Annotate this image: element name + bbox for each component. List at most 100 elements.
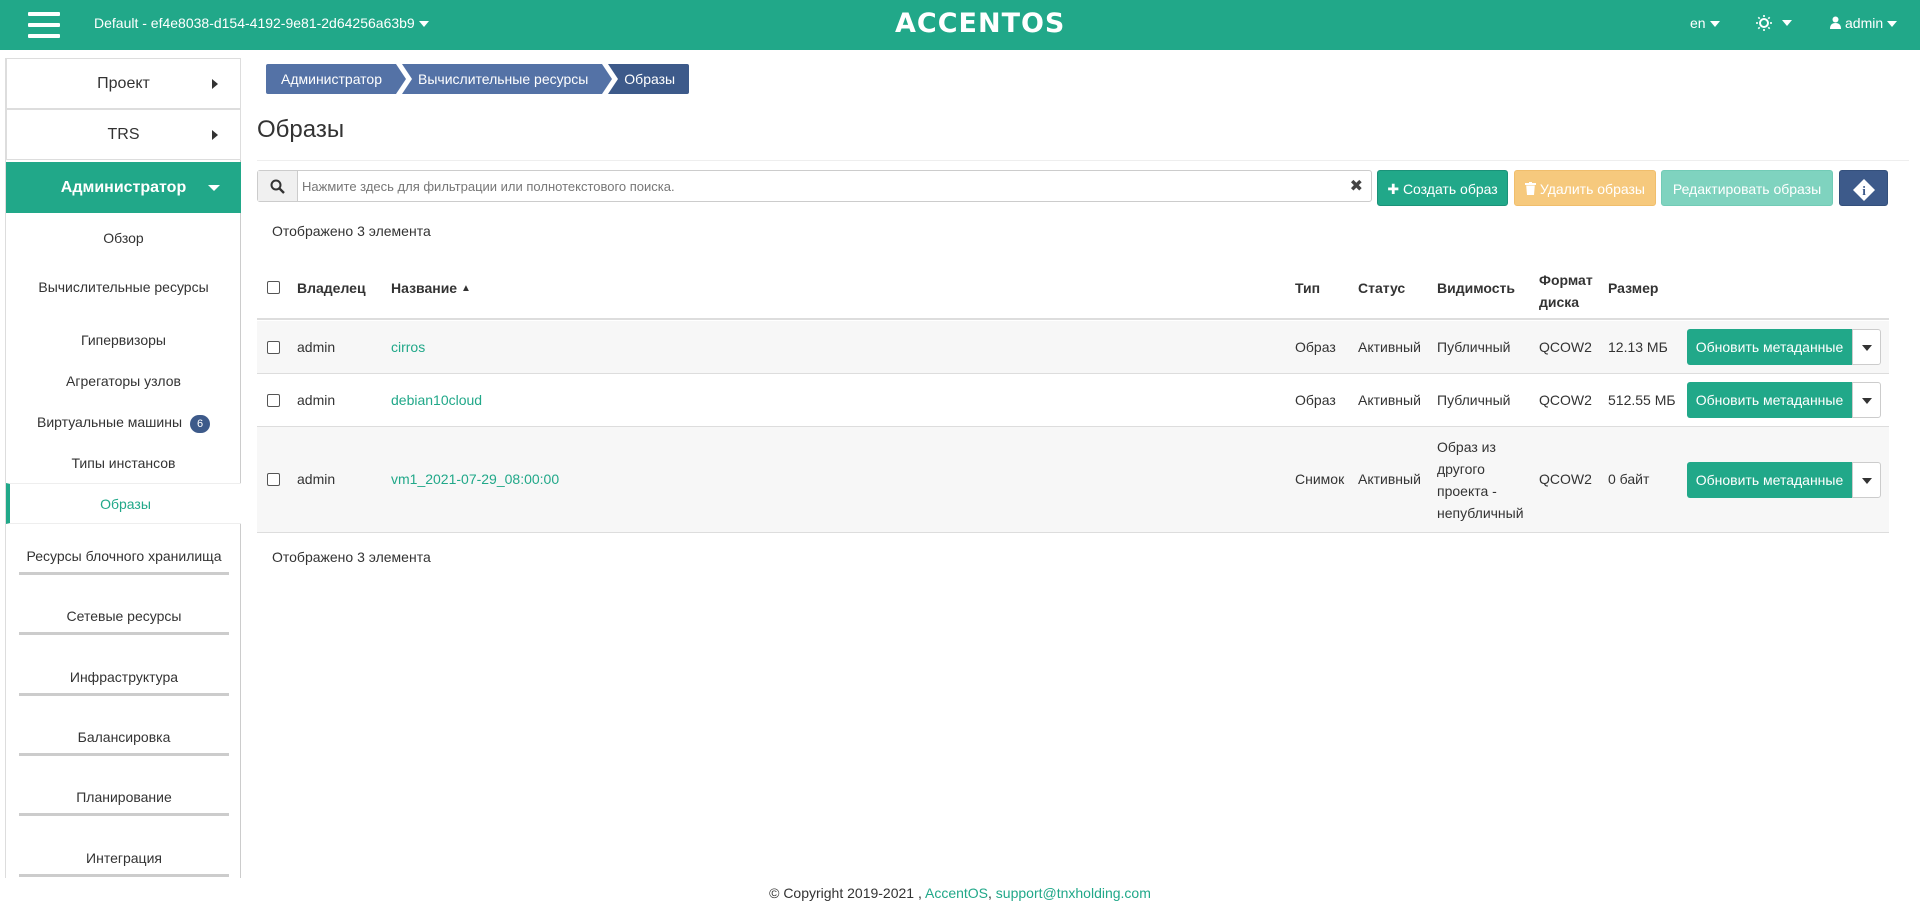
logo: ACCENTOS [895, 8, 1066, 39]
sidebar-panel-trs[interactable]: TRS [6, 109, 241, 160]
search-button[interactable] [258, 171, 298, 201]
column-status[interactable]: Статус [1358, 280, 1405, 296]
edit-images-button[interactable]: Редактировать образы [1661, 170, 1833, 206]
table-row: admin debian10cloud Образ Активный Публи… [257, 374, 1889, 427]
sidebar-group-infrastructure[interactable]: Инфраструктура [19, 669, 229, 696]
sidebar-group-balancing[interactable]: Балансировка [19, 729, 229, 756]
sidebar-item-overview[interactable]: Обзор [6, 230, 241, 246]
chevron-down-icon [1862, 478, 1872, 484]
column-name-label: Название [391, 280, 458, 296]
row-size: 12.13 МБ [1608, 339, 1668, 355]
sidebar-panel-label: Администратор [60, 179, 187, 196]
plus-icon: ✚ [1387, 181, 1400, 197]
delete-images-label: Удалить образы [1539, 181, 1645, 197]
create-image-label: Создать образ [1402, 181, 1498, 197]
top-navbar: Default - ef4e8038-d154-4192-9e81-2d6425… [0, 0, 1920, 50]
sidebar-panel-label: Проект [97, 75, 150, 92]
visibility-line: другого [1437, 461, 1485, 477]
support-email-link[interactable]: support@tnxholding.com [996, 885, 1151, 901]
column-visibility[interactable]: Видимость [1437, 280, 1515, 296]
row-name-link[interactable]: cirros [391, 339, 425, 355]
row-checkbox[interactable] [267, 473, 280, 486]
update-metadata-button[interactable]: Обновить метаданные [1687, 382, 1852, 418]
row-type: Образ [1295, 339, 1336, 355]
brand-link[interactable]: AccentOS [925, 885, 988, 901]
row-actions-dropdown[interactable] [1852, 329, 1881, 365]
sidebar-group-network[interactable]: Сетевые ресурсы [19, 608, 229, 635]
language-label: en [1690, 15, 1706, 31]
row-visibility: Публичный [1437, 392, 1511, 408]
sidebar-panel-project[interactable]: Проект [6, 58, 241, 109]
help-button[interactable]: i [1839, 170, 1888, 206]
row-name-link[interactable]: debian10cloud [391, 392, 482, 408]
sidebar-panel-label: TRS [107, 126, 140, 143]
breadcrumb-admin[interactable]: Администратор [266, 64, 407, 94]
user-menu[interactable]: admin [1830, 15, 1898, 31]
sidebar-group-block-storage[interactable]: Ресурсы блочного хранилища [19, 548, 229, 575]
sidebar-item-compute[interactable]: Вычислительные ресурсы [6, 279, 241, 295]
create-image-button[interactable]: ✚ Создать образ [1377, 170, 1508, 206]
row-status: Активный [1358, 339, 1421, 355]
language-selector[interactable]: en [1690, 15, 1720, 31]
sidebar-panel-admin[interactable]: Администратор [6, 162, 241, 213]
column-name[interactable]: Название ▲ [391, 280, 471, 296]
chevron-down-icon [418, 21, 429, 28]
row-actions-dropdown[interactable] [1852, 462, 1881, 498]
user-icon [1830, 16, 1841, 29]
breadcrumb-compute[interactable]: Вычислительные ресурсы [402, 64, 613, 94]
select-all-checkbox[interactable] [267, 281, 280, 294]
divider [257, 160, 1909, 161]
chevron-down-icon [1887, 21, 1898, 28]
sidebar-item-host-aggregates[interactable]: Агрегаторы узлов [6, 373, 241, 389]
sun-icon [1756, 15, 1772, 32]
chevron-down-icon [1862, 345, 1872, 351]
column-size[interactable]: Размер [1608, 280, 1658, 296]
row-visibility: Публичный [1437, 339, 1511, 355]
info-diamond-icon: i [1852, 179, 1875, 202]
column-owner[interactable]: Владелец [297, 280, 366, 296]
sidebar-group-integration[interactable]: Интеграция [19, 850, 229, 877]
row-visibility: Образ из другого проекта - непубличный [1437, 436, 1524, 524]
column-type[interactable]: Тип [1295, 280, 1320, 296]
instances-count-badge: 6 [190, 415, 211, 433]
row-checkbox[interactable] [267, 394, 280, 407]
clear-search-icon[interactable]: ✖ [1350, 176, 1363, 196]
sidebar-item-images[interactable]: Образы [6, 483, 241, 524]
items-count-top: Отображено 3 элемента [272, 223, 431, 239]
row-status: Активный [1358, 471, 1421, 487]
breadcrumb: Администратор Вычислительные ресурсы Обр… [266, 64, 695, 94]
delete-images-button[interactable]: Удалить образы [1514, 170, 1656, 206]
chevron-right-icon [212, 130, 218, 140]
sidebar-item-hypervisors[interactable]: Гипервизоры [6, 332, 241, 348]
column-disk-format[interactable]: Формат диска [1539, 269, 1593, 313]
user-name: admin [1845, 15, 1884, 31]
row-size: 512.55 МБ [1608, 392, 1676, 408]
search-bar: ✖ [257, 170, 1372, 202]
menu-toggle-icon[interactable] [28, 12, 60, 38]
row-owner: admin [297, 339, 336, 355]
sort-ascending-icon: ▲ [460, 283, 471, 294]
row-owner: admin [297, 392, 336, 408]
copyright-text: © Copyright 2019-2021 , [769, 885, 922, 901]
sidebar-group-planning[interactable]: Планирование [19, 789, 229, 816]
update-metadata-button[interactable]: Обновить метаданные [1687, 329, 1852, 365]
row-format: QCOW2 [1539, 471, 1592, 487]
chevron-down-icon [208, 185, 220, 191]
sidebar-item-instances[interactable]: Виртуальные машины 6 [6, 414, 241, 433]
update-metadata-button[interactable]: Обновить метаданные [1687, 462, 1852, 498]
row-name-link[interactable]: vm1_2021-07-29_08:00:00 [391, 471, 559, 487]
row-format: QCOW2 [1539, 339, 1592, 355]
row-checkbox[interactable] [267, 341, 280, 354]
project-selector[interactable]: Default - ef4e8038-d154-4192-9e81-2d6425… [94, 15, 429, 31]
chevron-down-icon [1709, 21, 1720, 28]
breadcrumb-images: Образы [608, 64, 690, 94]
sidebar-item-flavors[interactable]: Типы инстансов [6, 455, 241, 471]
row-size: 0 байт [1608, 471, 1650, 487]
table-row: admin cirros Образ Активный Публичный QC… [257, 321, 1889, 374]
search-input[interactable] [300, 171, 1320, 201]
sidebar-item-label: Виртуальные машины [36, 414, 183, 430]
theme-selector[interactable] [1756, 12, 1792, 33]
row-actions-dropdown[interactable] [1852, 382, 1881, 418]
chevron-down-icon [1862, 398, 1872, 404]
sidebar: Проект TRS Администратор Обзор Вычислите… [5, 58, 241, 878]
